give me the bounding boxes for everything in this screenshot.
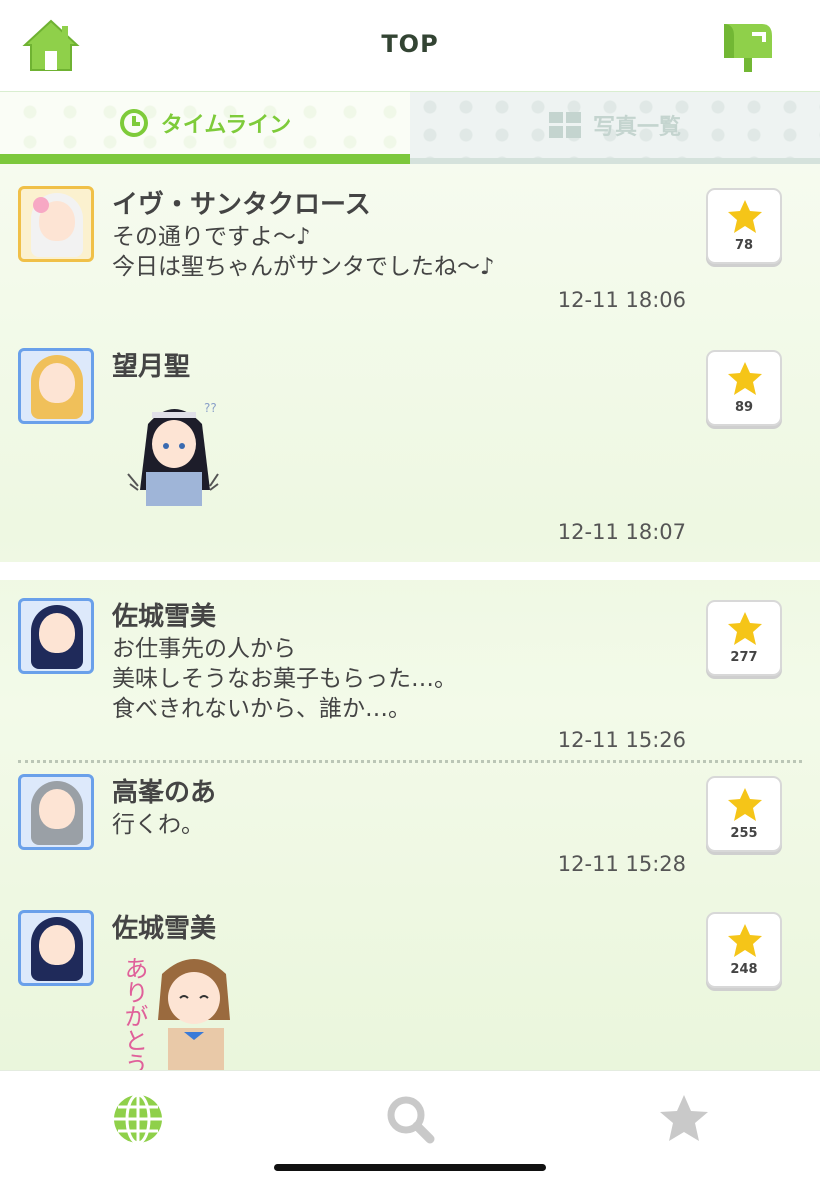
top-header: TOP	[0, 0, 820, 92]
avatar[interactable]	[18, 598, 94, 674]
like-button[interactable]: 277	[706, 600, 782, 676]
post-divider	[18, 760, 802, 763]
post-author[interactable]: 佐城雪美	[112, 908, 216, 945]
star-icon	[728, 612, 762, 645]
like-count: 78	[734, 238, 754, 253]
avatar[interactable]	[18, 774, 94, 850]
favorites-star-icon[interactable]	[654, 1091, 714, 1147]
sticker-image[interactable]: ありがとう	[118, 944, 238, 1070]
page-title: TOP	[381, 30, 439, 58]
timeline-thread: イヴ・サンタクロース その通りですよ〜♪ 今日は聖ちゃんがサンタでしたね〜♪ 1…	[0, 164, 820, 562]
grid-icon	[548, 112, 581, 138]
star-icon	[728, 362, 762, 395]
sticker-image[interactable]: ??	[118, 394, 234, 510]
tab-timeline-label: タイムライン	[160, 113, 292, 138]
post-author[interactable]: イヴ・サンタクロース	[112, 184, 371, 221]
post-timestamp: 12-11 15:28	[557, 852, 686, 876]
sticker-text: ありがとう	[120, 956, 148, 1070]
like-button[interactable]: 78	[706, 188, 782, 264]
tab-photos[interactable]: 写真一覧	[410, 92, 820, 164]
avatar[interactable]	[18, 910, 94, 986]
post-author[interactable]: 望月聖	[112, 346, 190, 383]
post-author[interactable]: 佐城雪美	[112, 596, 216, 633]
tab-bar: タイムライン 写真一覧	[0, 92, 820, 164]
post-timestamp: 12-11 15:26	[557, 728, 686, 752]
post-message: 行くわ。	[112, 812, 204, 838]
like-button[interactable]: 255	[706, 776, 782, 852]
post-timestamp: 12-11 18:07	[557, 520, 686, 544]
svg-text:??: ??	[204, 401, 217, 415]
like-count: 248	[730, 962, 758, 977]
like-count: 89	[734, 400, 754, 415]
mailbox-icon[interactable]	[718, 20, 778, 74]
star-icon	[728, 924, 762, 957]
timeline-feed[interactable]: イヴ・サンタクロース その通りですよ〜♪ 今日は聖ちゃんがサンタでしたね〜♪ 1…	[0, 164, 820, 1070]
avatar[interactable]	[18, 348, 94, 424]
avatar[interactable]	[18, 186, 94, 262]
clock-icon	[119, 109, 148, 137]
thread-separator	[0, 562, 820, 580]
post-message: その通りですよ〜♪ 今日は聖ちゃんがサンタでしたね〜♪	[112, 224, 495, 280]
tab-photos-label: 写真一覧	[592, 115, 681, 140]
post-timestamp: 12-11 18:06	[557, 288, 686, 312]
star-icon	[728, 788, 762, 821]
like-count: 255	[730, 826, 758, 841]
post-message: お仕事先の人から 美味しそうなお菓子もらった…。 食べきれないから、誰か…。	[112, 636, 457, 722]
tab-timeline[interactable]: タイムライン	[0, 92, 410, 164]
timeline-thread: 佐城雪美 お仕事先の人から 美味しそうなお菓子もらった…。 食べきれないから、誰…	[0, 580, 820, 1070]
like-count: 277	[730, 650, 758, 665]
like-button[interactable]: 89	[706, 350, 782, 426]
globe-icon[interactable]	[108, 1091, 168, 1147]
star-icon	[728, 200, 762, 233]
like-button[interactable]: 248	[706, 912, 782, 988]
home-indicator	[274, 1164, 546, 1171]
post-author[interactable]: 高峯のあ	[112, 772, 216, 809]
search-icon[interactable]	[380, 1091, 440, 1147]
